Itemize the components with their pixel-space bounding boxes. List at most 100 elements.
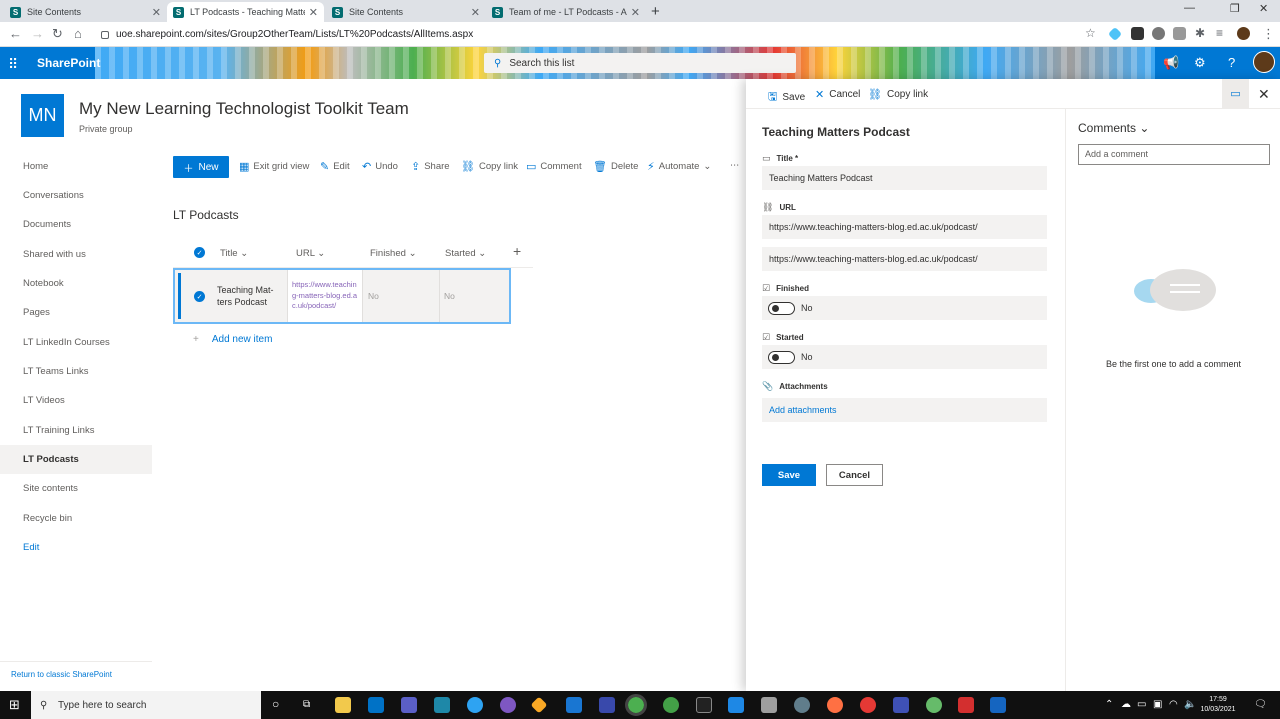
bookmark-star-icon[interactable]: ☆	[1085, 26, 1096, 40]
close-panel-icon[interactable]: ✕	[1258, 86, 1270, 103]
outlook-icon[interactable]	[368, 697, 384, 713]
close-tab-icon[interactable]: ✕	[309, 6, 318, 19]
nav-item-notebook[interactable]: Notebook	[0, 269, 152, 298]
network-icon[interactable]: ▣	[1153, 699, 1162, 710]
back-icon[interactable]: ←	[9, 26, 22, 41]
nav-item-site-contents[interactable]: Site contents	[0, 474, 152, 503]
close-tab-icon[interactable]: ✕	[152, 6, 161, 19]
cell-title[interactable]: Teaching Mat-ters Podcast	[217, 270, 287, 322]
nav-item-lt-linkedin-courses[interactable]: LT LinkedIn Courses	[0, 328, 152, 357]
battery-icon[interactable]: ▭	[1137, 699, 1146, 710]
url-field[interactable]: uoe.sharepoint.com/sites/Group2OtherTeam…	[97, 25, 1107, 44]
site-title[interactable]: My New Learning Technologist Toolkit Tea…	[79, 99, 409, 119]
add-comment-input[interactable]: Add a comment	[1078, 144, 1270, 165]
list-search-input[interactable]: ⚲ Search this list	[484, 53, 796, 73]
nav-item-pages[interactable]: Pages	[0, 298, 152, 327]
add-new-item-link[interactable]: + Add new item	[193, 334, 272, 345]
opera-icon[interactable]	[860, 697, 876, 713]
close-tab-icon[interactable]: ✕	[631, 6, 640, 19]
tray-chevron-up-icon[interactable]: ⌃	[1105, 699, 1113, 710]
app-icon[interactable]	[500, 697, 516, 713]
browser-menu-icon[interactable]: ⋮	[1262, 26, 1275, 42]
taskbar-search-input[interactable]: ⚲ Type here to search	[31, 691, 261, 719]
window-close-icon[interactable]: ✕	[1259, 2, 1268, 15]
extension-icon[interactable]	[1152, 27, 1165, 40]
nav-item-recycle-bin[interactable]: Recycle bin	[0, 504, 152, 533]
new-tab-icon[interactable]: +	[651, 3, 660, 20]
nav-item-lt-videos[interactable]: LT Videos	[0, 386, 152, 415]
row-checkbox[interactable]: ✓	[194, 291, 205, 302]
more-actions-icon[interactable]: ⋯	[730, 160, 740, 171]
wifi-icon[interactable]: ◠	[1169, 699, 1178, 710]
copy-link-button[interactable]: ⛓ Copy link	[461, 160, 518, 173]
cancel-button[interactable]: Cancel	[826, 464, 883, 486]
table-row[interactable]: ✓ Teaching Mat-ters Podcast https://www.…	[173, 268, 511, 324]
calendar-icon[interactable]	[566, 697, 582, 713]
profile-avatar-icon[interactable]	[1237, 27, 1250, 40]
share-button[interactable]: ⇪ Share	[411, 160, 450, 173]
help-icon[interactable]: ?	[1228, 55, 1235, 70]
settings-gear-icon[interactable]: ⚙	[1194, 55, 1206, 71]
url-description-input[interactable]: https://www.teaching-matters-blog.ed.ac.…	[762, 247, 1047, 271]
terminal-icon[interactable]	[696, 697, 712, 713]
edge-icon[interactable]	[467, 697, 483, 713]
comment-button[interactable]: ▭ Comment	[526, 160, 582, 173]
taskbar-clock[interactable]: 17:59 10/03/2021	[1198, 695, 1238, 715]
nav-item-conversations[interactable]: Conversations	[0, 181, 152, 210]
select-all-checkbox[interactable]: ✓	[194, 247, 205, 258]
file-explorer-icon[interactable]	[335, 697, 351, 713]
automate-button[interactable]: ⚡ Automate ⌄	[647, 160, 711, 173]
new-button[interactable]: ＋ New	[173, 156, 229, 178]
user-avatar[interactable]	[1253, 51, 1275, 73]
extension-icon[interactable]	[1107, 26, 1123, 42]
firefox-icon[interactable]	[827, 697, 843, 713]
onedrive-icon[interactable]: ☁	[1121, 699, 1131, 710]
app-icon[interactable]	[926, 697, 942, 713]
column-header-started[interactable]: Started ⌄	[445, 248, 486, 259]
delete-button[interactable]: 🗑 Delete	[593, 160, 638, 173]
volume-icon[interactable]: 🔈	[1184, 699, 1196, 710]
chrome-icon[interactable]	[625, 694, 647, 716]
reload-icon[interactable]: ↻	[52, 26, 63, 42]
undo-button[interactable]: ↶ Undo	[362, 160, 398, 173]
nav-item-lt-training-links[interactable]: LT Training Links	[0, 416, 152, 445]
snipping-tool-icon[interactable]	[728, 697, 744, 713]
browser-tab[interactable]: S Site Contents ✕	[326, 2, 486, 22]
windows-start-icon[interactable]: ⊞	[9, 697, 20, 713]
cortana-icon[interactable]: ○	[272, 697, 279, 711]
nav-item-home[interactable]: Home	[0, 152, 152, 181]
url-input[interactable]: https://www.teaching-matters-blog.ed.ac.…	[762, 215, 1047, 239]
finished-toggle[interactable]	[768, 302, 795, 315]
sharepoint-app-name[interactable]: SharePoint	[37, 56, 100, 70]
browser-tab[interactable]: S Team of me - LT Podcasts - All It ✕	[486, 2, 646, 22]
nav-item-lt-teams-links[interactable]: LT Teams Links	[0, 357, 152, 386]
panel-cancel-button[interactable]: ✕ Cancel	[815, 88, 860, 101]
column-header-url[interactable]: URL ⌄	[296, 248, 325, 259]
comments-header[interactable]: Comments ⌄	[1078, 121, 1149, 135]
browser-tab-active[interactable]: S LT Podcasts - Teaching Matters P ✕	[167, 2, 324, 22]
camera-extension-icon[interactable]	[1173, 27, 1186, 40]
reading-list-icon[interactable]: ≡	[1216, 26, 1223, 40]
home-icon[interactable]: ⌂	[74, 26, 82, 41]
toggle-comments-icon[interactable]: ▭	[1222, 79, 1249, 108]
cell-url[interactable]: https://www.teaching-matters-blog.ed.ac.…	[287, 270, 363, 322]
panel-save-button[interactable]: 🖫 Save	[768, 88, 805, 107]
nav-item-lt-podcasts[interactable]: LT Podcasts	[0, 445, 152, 474]
column-header-finished[interactable]: Finished ⌄	[370, 248, 417, 259]
app-icon[interactable]	[599, 697, 615, 713]
cell-started[interactable]: No	[439, 270, 509, 322]
nav-edit-link[interactable]: Edit	[0, 533, 152, 562]
app-icon[interactable]	[663, 697, 679, 713]
browser-tab[interactable]: S Site Contents ✕	[4, 2, 167, 22]
started-toggle[interactable]	[768, 351, 795, 364]
panel-copy-link-button[interactable]: ⛓ Copy link	[868, 88, 928, 101]
app-icon[interactable]	[434, 697, 450, 713]
notifications-icon[interactable]: 🗨	[1254, 699, 1267, 710]
close-tab-icon[interactable]: ✕	[471, 6, 480, 19]
exit-grid-view-button[interactable]: ▦ Exit grid view	[239, 160, 309, 173]
restore-icon[interactable]: ❐	[1230, 2, 1240, 15]
app-launcher-icon[interactable]: ⠿	[8, 56, 18, 73]
column-header-title[interactable]: Title ⌄	[220, 248, 248, 259]
app-icon[interactable]	[530, 696, 548, 714]
add-column-icon[interactable]: +	[513, 243, 521, 259]
